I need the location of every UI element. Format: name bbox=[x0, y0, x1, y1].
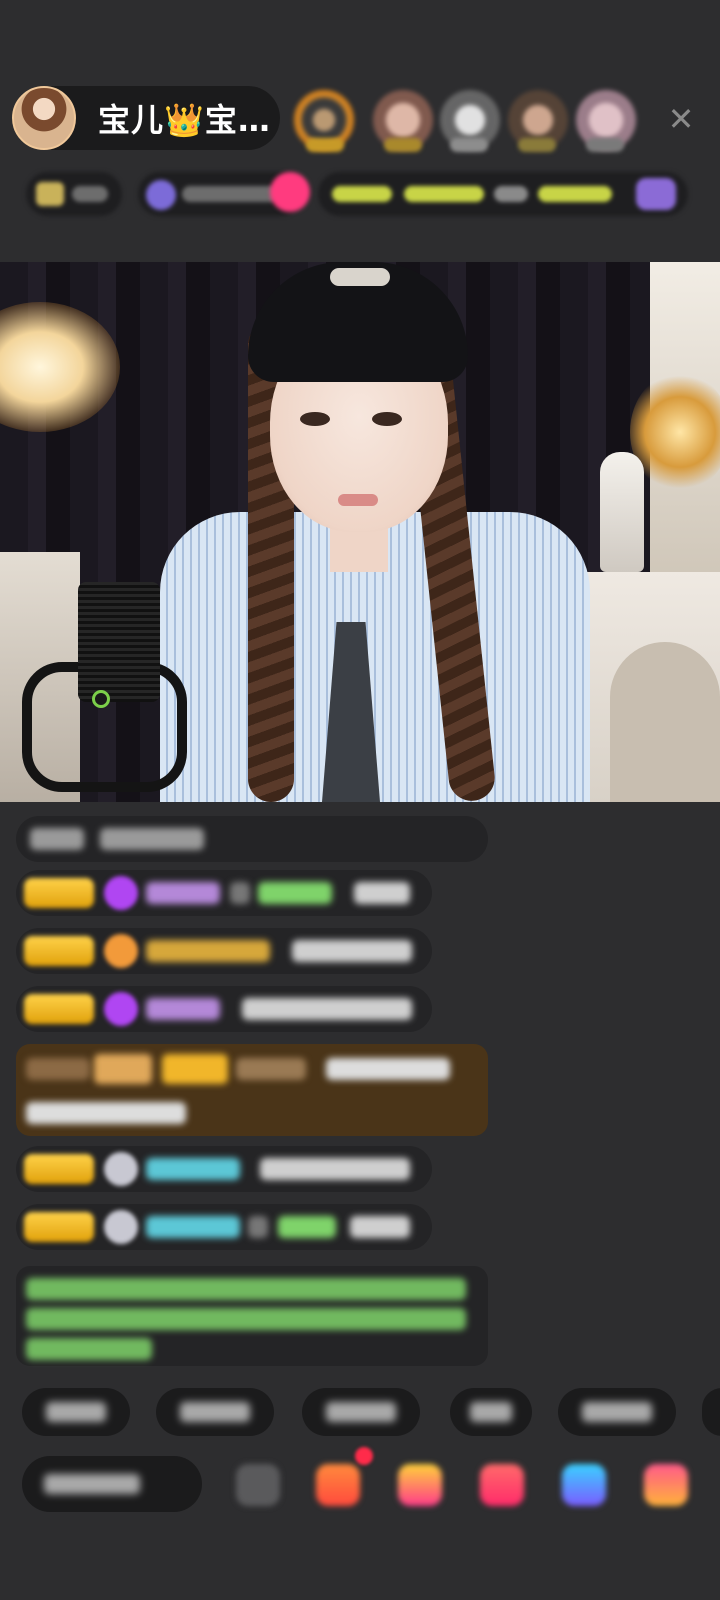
decor-statue bbox=[600, 452, 644, 572]
pink-badge-icon[interactable] bbox=[270, 172, 310, 212]
viewer-rank-badge bbox=[306, 138, 344, 152]
system-notice-message bbox=[16, 1266, 488, 1366]
quick-reply-chip[interactable] bbox=[702, 1388, 720, 1436]
beret-patch bbox=[330, 268, 390, 286]
streamer-eye bbox=[300, 412, 330, 426]
task-banner[interactable] bbox=[318, 172, 688, 216]
interaction-icon[interactable] bbox=[480, 1464, 524, 1506]
quick-reply-chip[interactable] bbox=[302, 1388, 420, 1436]
fan-club-icon[interactable] bbox=[398, 1464, 442, 1506]
streamer-lips bbox=[338, 494, 378, 506]
streamer-eye bbox=[372, 412, 402, 426]
gift-box-icon[interactable] bbox=[316, 1464, 360, 1506]
chat-message[interactable] bbox=[16, 870, 432, 916]
level-badge bbox=[24, 994, 94, 1024]
comment-input[interactable] bbox=[22, 1456, 202, 1512]
host-info-pill[interactable]: 宝儿👑宝… bbox=[12, 86, 280, 150]
fan-badge-icon bbox=[104, 1152, 138, 1186]
quick-reply-chip[interactable] bbox=[558, 1388, 676, 1436]
chat-message[interactable] bbox=[16, 928, 432, 974]
level-badge bbox=[24, 936, 94, 966]
quick-reply-chip[interactable] bbox=[22, 1388, 130, 1436]
quick-reply-chip[interactable] bbox=[450, 1388, 532, 1436]
decor-shelf-arch bbox=[610, 642, 720, 802]
close-icon[interactable]: ✕ bbox=[666, 103, 696, 135]
hot-rank-pill[interactable] bbox=[26, 172, 122, 216]
viewer-rank-badge bbox=[586, 138, 624, 152]
gift-message[interactable] bbox=[16, 1044, 488, 1136]
viewer-rank-badge bbox=[450, 138, 488, 152]
quick-reply-chip[interactable] bbox=[156, 1388, 274, 1436]
level-badge bbox=[24, 878, 94, 908]
level-badge bbox=[24, 1212, 94, 1242]
fan-badge-icon bbox=[104, 934, 138, 968]
notification-dot bbox=[355, 1447, 373, 1465]
live-video[interactable] bbox=[0, 262, 720, 802]
fan-badge-icon bbox=[104, 1210, 138, 1244]
level-badge bbox=[24, 1154, 94, 1184]
gift-icon[interactable] bbox=[644, 1464, 688, 1506]
fan-badge-icon bbox=[104, 992, 138, 1026]
viewer-rank-badge bbox=[518, 138, 556, 152]
chat-message[interactable] bbox=[16, 1204, 432, 1250]
emoji-icon[interactable] bbox=[236, 1464, 280, 1506]
host-name: 宝儿👑宝… bbox=[98, 101, 271, 139]
host-avatar[interactable] bbox=[12, 86, 76, 150]
viewer-rank-badge bbox=[384, 138, 422, 152]
microphone bbox=[78, 582, 160, 702]
game-icon[interactable] bbox=[562, 1464, 606, 1506]
microphone-logo-icon bbox=[92, 690, 110, 708]
chat-message[interactable] bbox=[16, 1146, 432, 1192]
chat-message[interactable] bbox=[16, 816, 488, 862]
chat-message[interactable] bbox=[16, 986, 432, 1032]
fan-badge-icon bbox=[104, 876, 138, 910]
